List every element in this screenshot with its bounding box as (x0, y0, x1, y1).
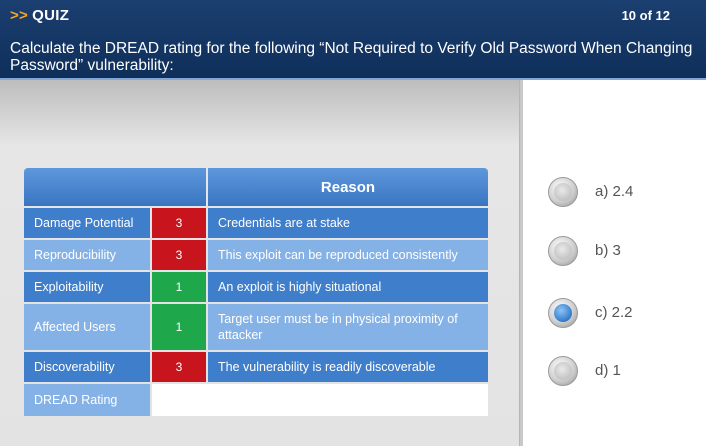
row-score-exploitability: 1 (152, 272, 206, 302)
row-label-discoverability: Discoverability (24, 352, 150, 382)
row-reason-damage-potential: Credentials are at stake (208, 208, 488, 238)
row-label-exploitability: Exploitability (24, 272, 150, 302)
row-score-affected-users: 1 (152, 304, 206, 350)
reason-header: Reason (208, 168, 488, 206)
radio-button-icon[interactable] (548, 236, 578, 266)
question-text: Calculate the DREAD rating for the follo… (10, 40, 693, 74)
option-b-text: b) 3 (595, 242, 621, 259)
row-score-reproducibility: 3 (152, 240, 206, 270)
arrows-icon: >> (10, 7, 29, 24)
quiz-title-text: QUIZ (32, 7, 70, 24)
row-reason-discoverability: The vulnerability is readily discoverabl… (208, 352, 488, 382)
option-a[interactable]: a) 2.4 (548, 177, 698, 207)
radio-button-icon[interactable] (548, 177, 578, 207)
option-c[interactable]: c) 2.2 (548, 298, 698, 328)
option-a-text: a) 2.4 (595, 183, 634, 200)
row-label-damage-potential: Damage Potential (24, 208, 150, 238)
row-reason-exploitability: An exploit is highly situational (208, 272, 488, 302)
row-reason-reproducibility: This exploit can be reproduced consisten… (208, 240, 488, 270)
row-reason-affected-users: Target user must be in physical proximit… (208, 304, 488, 350)
option-d[interactable]: d) 1 (548, 356, 698, 386)
row-label-reproducibility: Reproducibility (24, 240, 150, 270)
dread-rating-label: DREAD Rating (24, 384, 150, 416)
option-b[interactable]: b) 3 (548, 236, 698, 266)
row-score-discoverability: 3 (152, 352, 206, 382)
radio-button-icon[interactable] (548, 356, 578, 386)
table-header-blank (24, 168, 206, 206)
option-c-text: c) 2.2 (595, 304, 633, 321)
radio-button-selected-icon[interactable] (548, 298, 578, 328)
dread-rating-value (152, 384, 488, 416)
row-score-damage-potential: 3 (152, 208, 206, 238)
option-d-text: d) 1 (595, 362, 621, 379)
row-label-affected-users: Affected Users (24, 304, 150, 350)
dread-table: Reason Damage Potential 3 Credentials ar… (24, 168, 488, 416)
quiz-header: >> QUIZ 10 of 12 Calculate the DREAD rati… (0, 0, 706, 78)
quiz-title: >> QUIZ (10, 7, 69, 24)
question-counter: 10 of 12 (621, 8, 670, 23)
